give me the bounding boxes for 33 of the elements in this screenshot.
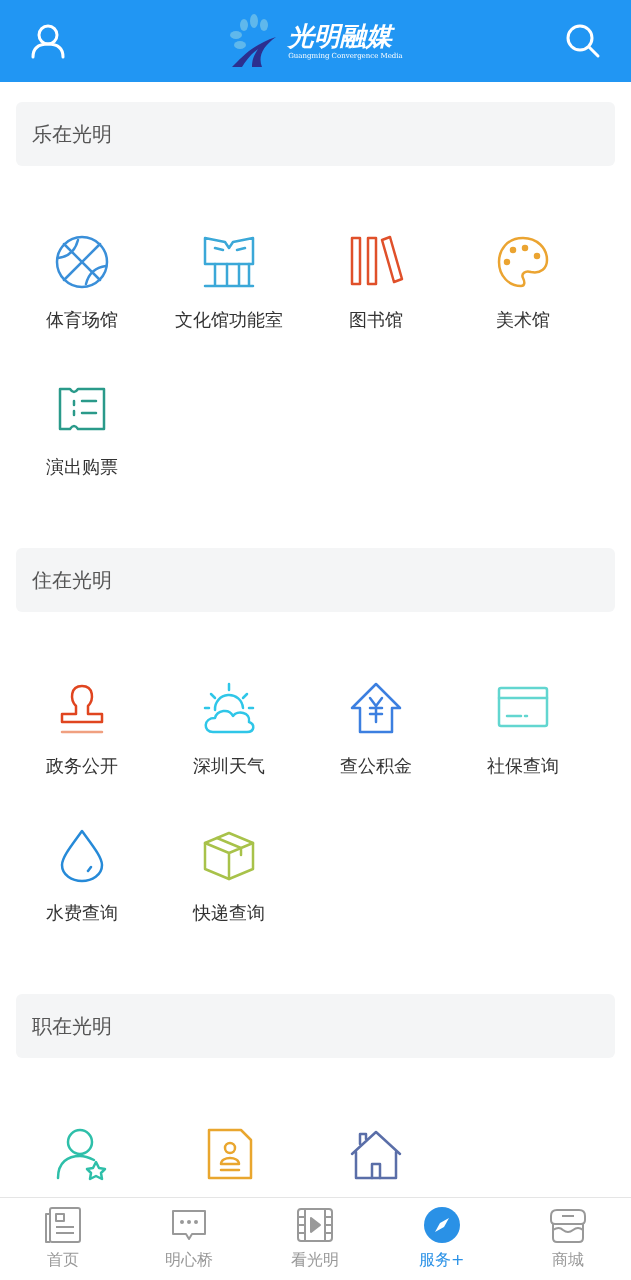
compass-icon	[422, 1206, 461, 1244]
service-label: 体育场馆	[45, 308, 118, 332]
user-icon	[30, 23, 66, 59]
service-item[interactable]: 社保查询	[449, 664, 596, 811]
service-item[interactable]: 快递查询	[155, 811, 302, 958]
service-label: 快递查询	[192, 901, 265, 925]
search-icon	[565, 23, 601, 59]
service-label: 图书馆	[348, 308, 403, 332]
service-label: 演出购票	[45, 455, 118, 479]
service-item[interactable]: 政务公开	[8, 664, 155, 811]
basketball-icon	[53, 234, 110, 290]
service-label: 政务公开	[45, 754, 118, 778]
film-icon	[296, 1206, 335, 1244]
service-item[interactable]: 文化馆功能室	[155, 218, 302, 365]
service-item[interactable]: 水费查询	[8, 811, 155, 958]
service-label: 查公积金	[339, 754, 412, 778]
service-item[interactable]: 演出购票	[8, 365, 155, 512]
service-label: 水费查询	[45, 901, 118, 925]
section-heading: 职在光明	[16, 994, 615, 1058]
service-label: 文化馆功能室	[174, 308, 283, 332]
service-item[interactable]: 美术馆	[449, 218, 596, 365]
service-item[interactable]: 体育场馆	[8, 218, 155, 365]
newspaper-icon	[44, 1206, 83, 1244]
service-item[interactable]: 深圳天气	[155, 664, 302, 811]
section-heading: 住在光明	[16, 548, 615, 612]
shop-icon	[548, 1206, 587, 1244]
service-item[interactable]: 图书馆	[302, 218, 449, 365]
service-item[interactable]: 查公积金	[302, 664, 449, 811]
service-label: 美术馆	[495, 308, 550, 332]
service-label: 深圳天气	[192, 754, 265, 778]
logo-title: 光明融媒	[288, 22, 393, 49]
section-heading: 乐在光明	[16, 102, 615, 166]
service-label: 社保查询	[486, 754, 559, 778]
